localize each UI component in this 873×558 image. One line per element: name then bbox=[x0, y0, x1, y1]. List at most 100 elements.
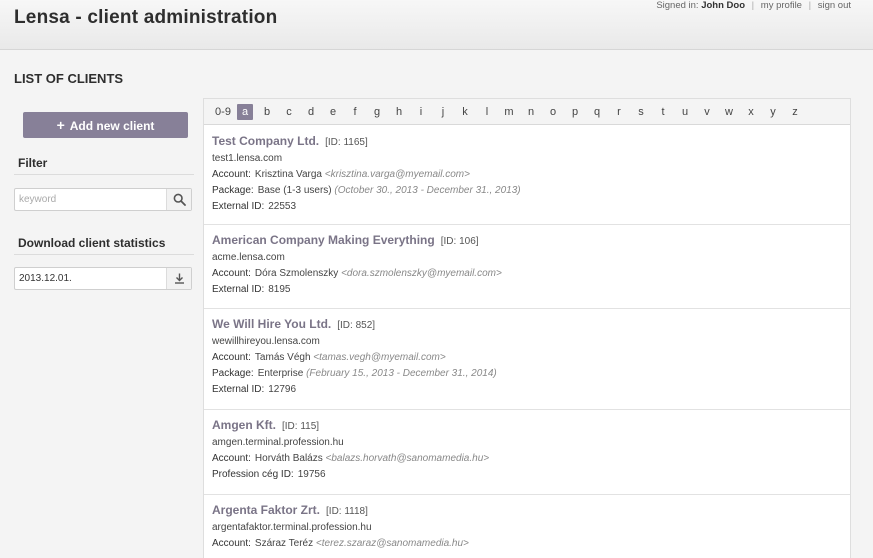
external-id-value: 12796 bbox=[268, 384, 297, 395]
letter-filter-f[interactable]: f bbox=[347, 104, 363, 120]
client-name-link[interactable]: Test Company Ltd. [ID: 1165] bbox=[212, 134, 368, 148]
statistics-date-value: 2013.12.01. bbox=[19, 273, 72, 284]
letter-filter-x[interactable]: x bbox=[743, 104, 759, 120]
account-label: Account: bbox=[212, 169, 251, 180]
account-name: Horváth Balázs bbox=[254, 453, 323, 464]
page-title: LIST OF CLIENTS bbox=[14, 71, 124, 86]
letter-filter-m[interactable]: m bbox=[501, 104, 517, 120]
separator: | bbox=[751, 0, 755, 11]
letter-filter-p[interactable]: p bbox=[567, 104, 583, 120]
package-period: (October 30., 2013 - December 31., 2013) bbox=[334, 185, 521, 196]
client-external-id: External ID: 22553 bbox=[212, 201, 296, 212]
download-button[interactable] bbox=[166, 268, 191, 289]
account-label: Account: bbox=[212, 538, 251, 549]
package-name: Enterprise bbox=[257, 368, 304, 379]
sidebar: + Add new client Filter Download client s… bbox=[0, 98, 203, 558]
client-account: Account: Dóra Szmolenszky <dora.szmolensz… bbox=[212, 268, 502, 279]
account-email: <terez.szaraz@sanomamedia.hu> bbox=[315, 538, 469, 549]
letter-filter-q[interactable]: q bbox=[589, 104, 605, 120]
letter-filter-a[interactable]: a bbox=[237, 104, 253, 120]
account-name: Száraz Teréz bbox=[254, 538, 314, 549]
client-id: [ID: 106] bbox=[440, 236, 479, 247]
signed-in-label: Signed in: bbox=[656, 0, 699, 11]
statistics-date-field[interactable]: 2013.12.01. bbox=[14, 267, 192, 290]
client-row: We Will Hire You Ltd. [ID: 852] wewillhire… bbox=[204, 309, 850, 410]
external-id-label: External ID: bbox=[212, 384, 265, 395]
client-name: We Will Hire You Ltd. bbox=[212, 317, 332, 331]
letter-filter-r[interactable]: r bbox=[611, 104, 627, 120]
client-package: Package: Base (1-3 users) (October 30., 2… bbox=[212, 185, 521, 196]
app-header: Lensa - client administration Signed in:… bbox=[0, 0, 873, 50]
letter-filter-i[interactable]: i bbox=[413, 104, 429, 120]
account-email: <tamas.vegh@myemail.com> bbox=[313, 352, 446, 363]
account-label: Account: bbox=[212, 352, 251, 363]
letter-filter-n[interactable]: n bbox=[523, 104, 539, 120]
client-row: Amgen Kft. [ID: 115] amgen.terminal.profes… bbox=[204, 410, 850, 495]
client-domain: test1.lensa.com bbox=[212, 153, 282, 164]
add-new-client-button[interactable]: + Add new client bbox=[23, 112, 188, 138]
letter-filter-l[interactable]: l bbox=[479, 104, 495, 120]
account-label: Account: bbox=[212, 453, 251, 464]
letter-filter-v[interactable]: v bbox=[699, 104, 715, 120]
client-domain: acme.lensa.com bbox=[212, 252, 285, 263]
external-id-value: 22553 bbox=[268, 201, 297, 212]
letter-filter-j[interactable]: j bbox=[435, 104, 451, 120]
divider bbox=[14, 174, 194, 175]
user-name: John Doo bbox=[701, 0, 746, 11]
letter-filter-z[interactable]: z bbox=[787, 104, 803, 120]
client-name: Argenta Faktor Zrt. bbox=[212, 503, 321, 517]
client-external-id: External ID: 12796 bbox=[212, 384, 296, 395]
letter-filter-y[interactable]: y bbox=[765, 104, 781, 120]
sign-out-link[interactable]: sign out bbox=[818, 0, 851, 11]
account-email: <balazs.horvath@sanomamedia.hu> bbox=[325, 453, 490, 464]
client-name-link[interactable]: Argenta Faktor Zrt. [ID: 1118] bbox=[212, 503, 368, 517]
external-id-label: External ID: bbox=[212, 201, 265, 212]
client-name-link[interactable]: We Will Hire You Ltd. [ID: 852] bbox=[212, 317, 375, 331]
profession-id-label: Profession cég ID: bbox=[212, 469, 294, 480]
client-domain-value: test1.lensa.com bbox=[212, 153, 283, 164]
package-name: Base (1-3 users) bbox=[257, 185, 332, 196]
letter-filter-c[interactable]: c bbox=[281, 104, 297, 120]
client-account: Account: Krisztina Varga <krisztina.varga… bbox=[212, 169, 470, 180]
keyword-input[interactable] bbox=[15, 189, 165, 210]
separator: | bbox=[808, 0, 812, 11]
letter-filter-t[interactable]: t bbox=[655, 104, 671, 120]
letter-filter-d[interactable]: d bbox=[303, 104, 319, 120]
profession-id-value: 19756 bbox=[297, 469, 326, 480]
my-profile-link[interactable]: my profile bbox=[761, 0, 802, 11]
account-email: <krisztina.varga@myemail.com> bbox=[324, 169, 470, 180]
search-button[interactable] bbox=[166, 189, 191, 210]
letter-filter-s[interactable]: s bbox=[633, 104, 649, 120]
letter-filter-h[interactable]: h bbox=[391, 104, 407, 120]
app-title: Lensa - client administration bbox=[14, 7, 278, 28]
client-account: Account: Tamás Végh <tamas.vegh@myemail.c… bbox=[212, 352, 446, 363]
letter-filter-k[interactable]: k bbox=[457, 104, 473, 120]
letter-filter-o[interactable]: o bbox=[545, 104, 561, 120]
package-period: (February 15., 2013 - December 31., 2014… bbox=[306, 368, 497, 379]
alphabet-filter: 0-9 a b c d e f g h i j k l m n o p q r s t u v w x y z bbox=[204, 99, 850, 125]
divider bbox=[14, 254, 194, 255]
package-label: Package: bbox=[212, 368, 254, 379]
client-name-link[interactable]: American Company Making Everything [ID: 1… bbox=[212, 233, 479, 247]
account-label: Account: bbox=[212, 268, 251, 279]
letter-filter-u[interactable]: u bbox=[677, 104, 693, 120]
letter-filter-b[interactable]: b bbox=[259, 104, 275, 120]
add-new-client-label: Add new client bbox=[69, 119, 155, 133]
client-domain-value: argentafaktor.terminal.profession.hu bbox=[212, 522, 372, 533]
search-icon bbox=[173, 193, 186, 206]
letter-filter-e[interactable]: e bbox=[325, 104, 341, 120]
account-email: <dora.szmolenszky@myemail.com> bbox=[341, 268, 502, 279]
client-account: Account: Horváth Balázs <balazs.horvath@s… bbox=[212, 453, 489, 464]
letter-filter-0-9[interactable]: 0-9 bbox=[212, 104, 234, 120]
letter-filter-w[interactable]: w bbox=[721, 104, 737, 120]
client-name-link[interactable]: Amgen Kft. [ID: 115] bbox=[212, 418, 319, 432]
client-package: Package: Enterprise (February 15., 2013 -… bbox=[212, 368, 497, 379]
letter-filter-g[interactable]: g bbox=[369, 104, 385, 120]
package-label: Package: bbox=[212, 185, 254, 196]
client-list-panel: 0-9 a b c d e f g h i j k l m n o p q r s t u v w x y z Test Compa… bbox=[203, 98, 851, 558]
client-name: Test Company Ltd. bbox=[212, 134, 320, 148]
client-row: American Company Making Everything [ID: 1… bbox=[204, 225, 850, 309]
external-id-label: External ID: bbox=[212, 284, 265, 295]
client-id: [ID: 1165] bbox=[325, 137, 368, 148]
client-id: [ID: 115] bbox=[282, 421, 320, 432]
